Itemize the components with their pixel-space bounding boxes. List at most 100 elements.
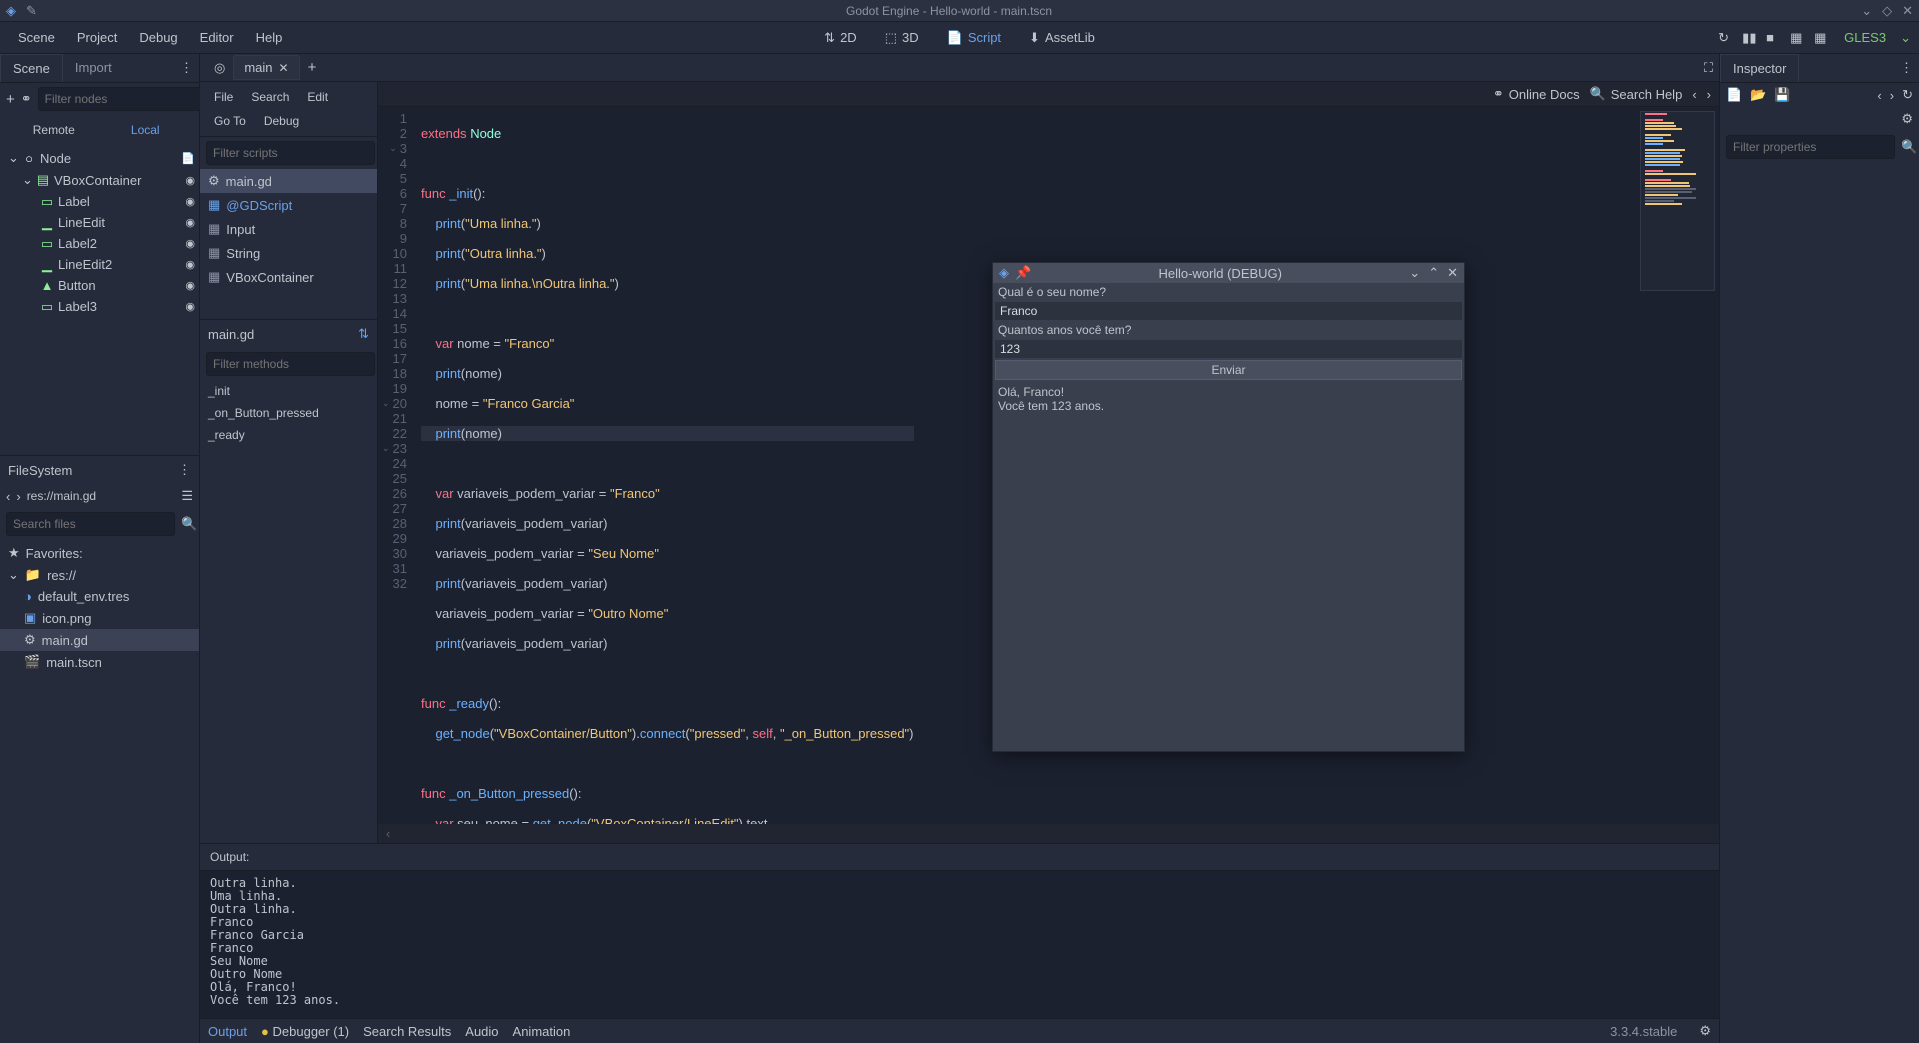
fs-search-input[interactable] — [6, 512, 175, 536]
menu-editor[interactable]: Editor — [190, 24, 244, 51]
caret-icon[interactable]: ⌄ — [8, 567, 19, 583]
menu-project[interactable]: Project — [67, 24, 127, 51]
bottomtab-animation[interactable]: Animation — [513, 1024, 571, 1039]
node-button[interactable]: ▲ Button ◉ — [0, 275, 199, 296]
save-resource-icon[interactable]: 💾 — [1774, 87, 1790, 103]
nav-fwd-icon[interactable]: › — [1707, 87, 1711, 102]
online-docs-button[interactable]: ⚭Online Docs — [1493, 86, 1580, 102]
script-item-string[interactable]: ▦String — [200, 241, 377, 265]
fs-back-icon[interactable]: ‹ — [6, 489, 10, 504]
minimize-icon[interactable]: ⌄ — [1861, 3, 1872, 19]
fs-file-maingd[interactable]: ⚙ main.gd — [0, 629, 199, 651]
fs-res-root[interactable]: ⌄ 📁 res:// — [0, 564, 199, 586]
script-menu-edit[interactable]: Edit — [299, 86, 336, 108]
fs-view-icon[interactable]: ☰ — [181, 488, 193, 504]
search-icon[interactable]: 🔍 — [1901, 139, 1917, 155]
visibility-icon[interactable]: ◉ — [185, 216, 195, 229]
inspector-filter-input[interactable] — [1726, 135, 1895, 159]
script-menu-file[interactable]: File — [206, 86, 241, 108]
scene-tab-main[interactable]: main ✕ — [233, 55, 299, 80]
bottomtab-search[interactable]: Search Results — [363, 1024, 451, 1039]
dock-menu-icon[interactable]: ⋮ — [174, 54, 199, 82]
visibility-icon[interactable]: ◉ — [185, 174, 195, 187]
visibility-icon[interactable]: ◉ — [185, 258, 195, 271]
method-ready[interactable]: _ready — [200, 424, 377, 446]
scripts-filter-input[interactable] — [206, 141, 375, 165]
load-resource-icon[interactable]: 📂 — [1750, 87, 1766, 103]
node-label[interactable]: ▭ Label ◉ — [0, 191, 199, 212]
renderer-badge[interactable]: GLES3 — [1838, 26, 1892, 49]
search-icon[interactable]: 🔍 — [181, 516, 197, 532]
link-icon[interactable]: ⚭ — [21, 91, 32, 107]
fs-favorites[interactable]: ★ Favorites: — [0, 542, 199, 564]
stop-icon[interactable]: ■ — [1766, 30, 1782, 46]
output-body[interactable]: Outra linha. Uma linha. Outra linha. Fra… — [200, 871, 1719, 1018]
pin-icon[interactable]: ✎ — [26, 3, 37, 19]
caret-icon[interactable]: ⌄ — [8, 150, 18, 166]
history-back-icon[interactable]: ‹ — [1877, 88, 1881, 103]
tab-close-icon[interactable]: ✕ — [279, 61, 289, 75]
visibility-icon[interactable]: ◉ — [185, 195, 195, 208]
dock-menu-icon[interactable]: ⋮ — [178, 462, 191, 478]
debug-close-icon[interactable]: ✕ — [1447, 265, 1458, 281]
script-menu-debug[interactable]: Debug — [256, 110, 307, 132]
tab-import[interactable]: Import — [63, 54, 124, 82]
debug-min-icon[interactable]: ⌄ — [1409, 265, 1420, 281]
fs-file-maintscn[interactable]: 🎬 main.tscn — [0, 651, 199, 673]
fullscreen-icon[interactable]: ⛶ — [1704, 60, 1713, 76]
minimap[interactable] — [1640, 111, 1715, 291]
caret-icon[interactable]: ⌄ — [22, 172, 32, 188]
node-label3[interactable]: ▭ Label3 ◉ — [0, 296, 199, 317]
tab-inspector[interactable]: Inspector — [1720, 54, 1799, 82]
play-scene-icon[interactable]: ▦ — [1790, 30, 1806, 46]
maximize-icon[interactable]: ◇ — [1882, 3, 1892, 19]
node-vbox[interactable]: ⌄ ▤ VBoxContainer ◉ — [0, 169, 199, 191]
script-item-vbox[interactable]: ▦VBoxContainer — [200, 265, 377, 289]
scene-filter-input[interactable] — [38, 87, 207, 111]
add-node-icon[interactable]: + — [6, 91, 15, 108]
sort-icon[interactable]: ⇅ — [358, 326, 369, 342]
view-assetlib[interactable]: ⬇AssetLib — [1021, 26, 1103, 50]
visibility-icon[interactable]: ◉ — [185, 237, 195, 250]
nav-back-icon[interactable]: ‹ — [1692, 87, 1696, 102]
debug-max-icon[interactable]: ⌃ — [1428, 265, 1439, 281]
node-label2[interactable]: ▭ Label2 ◉ — [0, 233, 199, 254]
script-menu-goto[interactable]: Go To — [206, 110, 254, 132]
menu-help[interactable]: Help — [246, 24, 293, 51]
subtab-local[interactable]: Local — [100, 119, 192, 141]
fold-indicator[interactable]: ‹ — [378, 824, 1719, 843]
visibility-icon[interactable]: ◉ — [185, 279, 195, 292]
inspector-settings-icon[interactable]: ⚙ — [1901, 111, 1913, 127]
search-help-button[interactable]: 🔍Search Help — [1590, 86, 1683, 102]
view-3d[interactable]: ⬚3D — [877, 26, 927, 50]
add-tab-icon[interactable]: + — [300, 59, 325, 76]
bottomtab-audio[interactable]: Audio — [465, 1024, 498, 1039]
debug-send-button[interactable]: Enviar — [995, 360, 1462, 380]
bottomtab-debugger[interactable]: ● Debugger (1) — [261, 1024, 349, 1039]
method-init[interactable]: _init — [200, 380, 377, 402]
fs-file-env[interactable]: ◑ default_env.tres — [0, 586, 199, 607]
menu-scene[interactable]: Scene — [8, 24, 65, 51]
renderer-chevron-icon[interactable]: ⌄ — [1900, 30, 1911, 46]
method-on-button[interactable]: _on_Button_pressed — [200, 402, 377, 424]
settings-icon[interactable]: ⚙ — [1691, 1023, 1711, 1039]
debug-pin-icon[interactable]: 📌 — [1009, 265, 1031, 281]
history-fwd-icon[interactable]: › — [1890, 88, 1894, 103]
play-custom-icon[interactable]: ▦ — [1814, 30, 1830, 46]
script-item-maingd[interactable]: ⚙main.gd — [200, 169, 377, 193]
history-icon[interactable]: ↻ — [1902, 87, 1913, 103]
visibility-icon[interactable]: ◉ — [185, 300, 195, 313]
tab-scene[interactable]: Scene — [0, 54, 63, 82]
script-attach-icon[interactable]: 📄 — [181, 152, 195, 165]
view-script[interactable]: 📄Script — [939, 26, 1009, 50]
menu-debug[interactable]: Debug — [129, 24, 187, 51]
new-resource-icon[interactable]: 📄 — [1726, 87, 1742, 103]
script-item-input[interactable]: ▦Input — [200, 217, 377, 241]
methods-filter-input[interactable] — [206, 352, 375, 376]
script-item-gdscript[interactable]: ▦@GDScript — [200, 193, 377, 217]
script-menu-search[interactable]: Search — [243, 86, 297, 108]
subtab-remote[interactable]: Remote — [8, 119, 100, 141]
scene-list-icon[interactable]: ◎ — [206, 60, 233, 76]
close-icon[interactable]: ✕ — [1902, 3, 1913, 19]
debug-input-name[interactable] — [995, 302, 1462, 320]
